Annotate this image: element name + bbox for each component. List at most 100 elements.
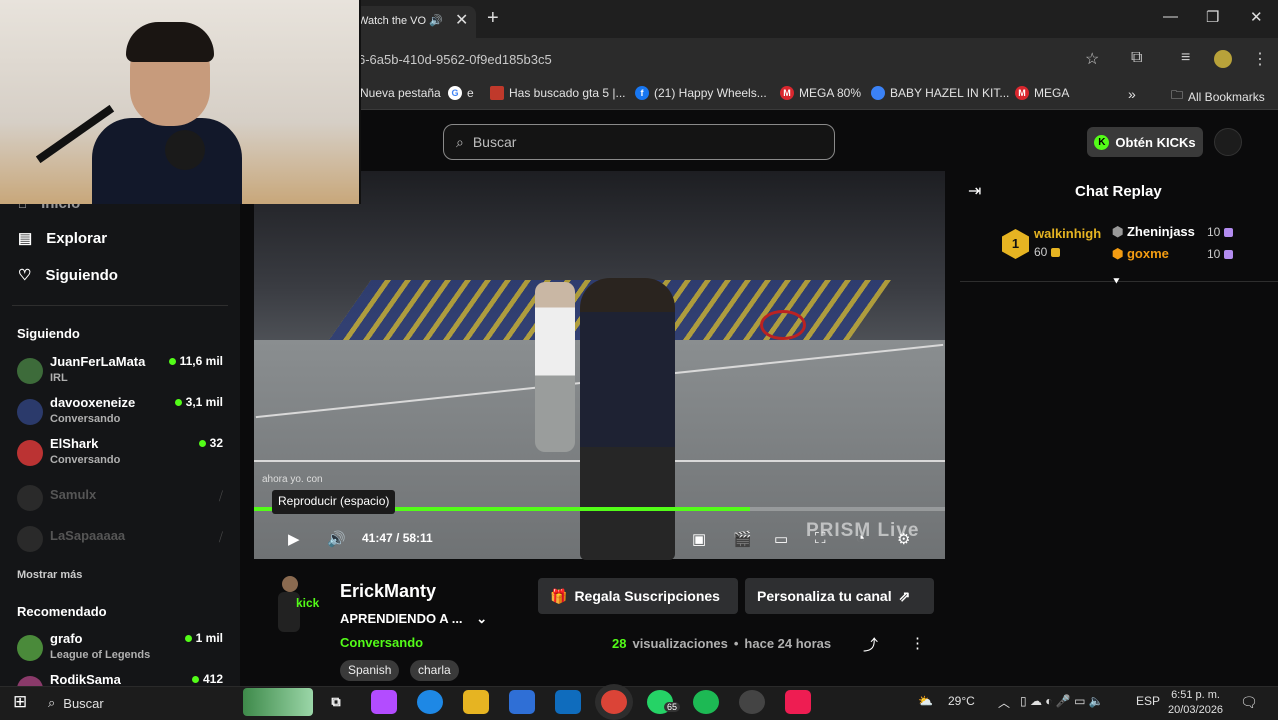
close-tab-icon[interactable]: ✕ <box>455 10 468 30</box>
avatar <box>17 440 43 466</box>
channel-item-offline[interactable]: LaSapaaaaa ⧸ <box>17 526 229 564</box>
show-more-link[interactable]: Mostrar más <box>17 569 82 581</box>
channel-item[interactable]: davooxeneize Conversando 3,1 mil <box>17 395 229 431</box>
gift-icon <box>1224 249 1234 259</box>
windows-start-icon[interactable]: ⊞ <box>13 692 27 712</box>
views-info: 28 visualizaciones • hace 24 horas <box>612 636 832 651</box>
overlay-chat-text: ahora yo. con <box>262 474 323 485</box>
bookmark-item[interactable]: M MEGA 80% <box>780 86 861 100</box>
facebook-icon: f <box>635 86 649 100</box>
mega-icon: M <box>780 86 794 100</box>
url-text[interactable]: 6-6a5b-410d-9562-0f9ed185b3c5 <box>358 52 552 67</box>
stream-category[interactable]: Conversando <box>340 635 423 650</box>
whatsapp-badge: 65 <box>664 702 681 712</box>
more-options-icon[interactable]: ⋮ <box>910 634 925 652</box>
time-display: 41:47 / 58:11 <box>362 531 433 545</box>
webcam-overlay <box>0 0 361 204</box>
copilot-icon[interactable] <box>371 690 397 714</box>
customize-channel-button[interactable]: Personaliza tu canal ⇗ <box>745 578 934 614</box>
bookmark-item[interactable]: Ge <box>448 86 474 100</box>
speed-icon[interactable]: ◔ <box>856 530 865 547</box>
get-kicks-button[interactable]: K Obtén KICKs <box>1087 127 1203 157</box>
channel-item[interactable]: ElShark Conversando 32 <box>17 436 229 472</box>
avatar <box>17 526 43 552</box>
offline-icon: ⧸ <box>218 489 223 503</box>
store-icon[interactable] <box>509 690 535 714</box>
gift-subs-button[interactable]: 🎁 Regala Suscripciones <box>538 578 738 614</box>
extensions-icon[interactable]: ⧉ <box>1131 49 1142 67</box>
weather-temp[interactable]: 29°C <box>948 694 975 708</box>
tray-icons[interactable]: ▯ ☁ ◐ 🎤 ▭ 🔈 <box>1020 694 1104 708</box>
live-dot <box>168 357 176 365</box>
gifter-name[interactable]: ⬢ goxme <box>1112 246 1169 262</box>
obs-icon[interactable] <box>739 690 765 714</box>
profile-icon[interactable] <box>1214 50 1232 68</box>
search-icon: ⌕ <box>456 133 464 150</box>
channel-item-offline[interactable]: Samulx ⧸ <box>17 485 229 523</box>
chrome-icon[interactable] <box>601 690 627 714</box>
channel-item[interactable]: JuanFerLaMata IRL 11,6 mil <box>17 354 229 390</box>
bookmark-item[interactable]: M MEGA <box>1015 86 1069 100</box>
bookmark-item[interactable]: BABY HAZEL IN KIT... <box>871 86 1009 100</box>
close-window-icon[interactable]: ✕ <box>1250 8 1263 26</box>
more-bookmarks-icon[interactable]: » <box>1128 86 1136 102</box>
menu-dots-icon[interactable]: ⋮ <box>1252 49 1268 69</box>
recommended-title: Recomendado <box>17 604 107 619</box>
following-title: Siguiendo <box>17 326 80 341</box>
media-control-icon[interactable]: ≡ <box>1181 49 1190 67</box>
star-icon[interactable]: ☆ <box>1085 49 1099 69</box>
kick-coin-icon: K <box>1094 134 1110 150</box>
widgets-icon[interactable] <box>243 688 313 716</box>
streamer-avatar[interactable]: kick <box>272 576 324 636</box>
outlook-icon[interactable] <box>555 690 581 714</box>
top-gifter-name[interactable]: walkinhigh <box>1034 226 1101 241</box>
tag[interactable]: Spanish <box>340 660 400 681</box>
file-explorer-icon[interactable] <box>463 690 489 714</box>
tag[interactable]: charla <box>410 660 459 681</box>
site-icon <box>871 86 885 100</box>
fullscreen-icon[interactable]: ⛶ <box>815 530 826 547</box>
task-view-icon[interactable]: ⧉ <box>323 690 349 714</box>
bookmark-item[interactable]: Has buscado gta 5 |... <box>490 86 626 100</box>
user-avatar[interactable] <box>1214 128 1242 156</box>
tab-title: Watch the VO <box>358 15 427 27</box>
streamer-name[interactable]: ErickManty <box>340 581 436 602</box>
expand-gifters-icon[interactable]: ⯆ <box>1112 276 1121 289</box>
taskbar-search[interactable]: ⌕ Buscar <box>48 690 238 716</box>
spotify-icon[interactable] <box>693 690 719 714</box>
all-bookmarks[interactable]: 🗀 All Bookmarks <box>1171 86 1265 107</box>
play-button[interactable]: ▶ <box>288 530 300 548</box>
volume-icon[interactable]: 🔊 <box>327 530 346 548</box>
live-dot <box>198 439 206 447</box>
share-icon[interactable]: ⤴ <box>863 634 878 655</box>
restore-icon[interactable]: ❐ <box>1206 8 1219 26</box>
video-scene <box>580 278 675 560</box>
nav-following[interactable]: ♡ Siguiendo <box>18 266 118 285</box>
tiktok-icon[interactable] <box>785 690 811 714</box>
avatar <box>17 635 43 661</box>
new-tab-icon[interactable]: + <box>487 7 499 30</box>
channel-item[interactable]: grafo League of Legends 1 mil <box>17 631 229 667</box>
gifter-name[interactable]: ⬢ Zheninjass <box>1112 224 1195 240</box>
clock[interactable]: 6:51 p. m. 20/03/2026 <box>1168 688 1223 718</box>
bookmark-item[interactable]: Nueva pestaña <box>360 86 441 100</box>
clip-icon[interactable]: 🎬 <box>733 530 752 548</box>
stream-title[interactable]: APRENDIENDO A ... ⌄ <box>340 611 487 627</box>
minimize-icon[interactable]: — <box>1163 8 1178 25</box>
notifications-icon[interactable]: 🗨 <box>1240 694 1258 711</box>
theater-mode-icon[interactable]: ▭ <box>774 530 788 548</box>
tray-chevron-icon[interactable]: ︿ <box>998 694 1010 711</box>
bookmark-item[interactable]: f (21) Happy Wheels... <box>635 86 767 100</box>
mini-player-icon[interactable]: ▣ <box>692 530 706 548</box>
search-input[interactable]: ⌕ Buscar <box>443 124 835 160</box>
gifter-badge-icon: ⬢ <box>1112 224 1124 239</box>
settings-icon[interactable]: ⚙ <box>897 530 910 548</box>
edge-icon[interactable] <box>417 690 443 714</box>
nav-explore[interactable]: ▤ Explorar <box>18 229 107 248</box>
weather-icon[interactable]: ⛅ <box>918 694 933 708</box>
avatar <box>17 399 43 425</box>
gift-icon <box>1224 227 1234 237</box>
language-indicator[interactable]: ESP <box>1136 694 1160 708</box>
channel-item[interactable]: RodikSama 412 <box>17 672 229 686</box>
collapse-chat-icon[interactable]: ⇥ <box>968 181 981 201</box>
